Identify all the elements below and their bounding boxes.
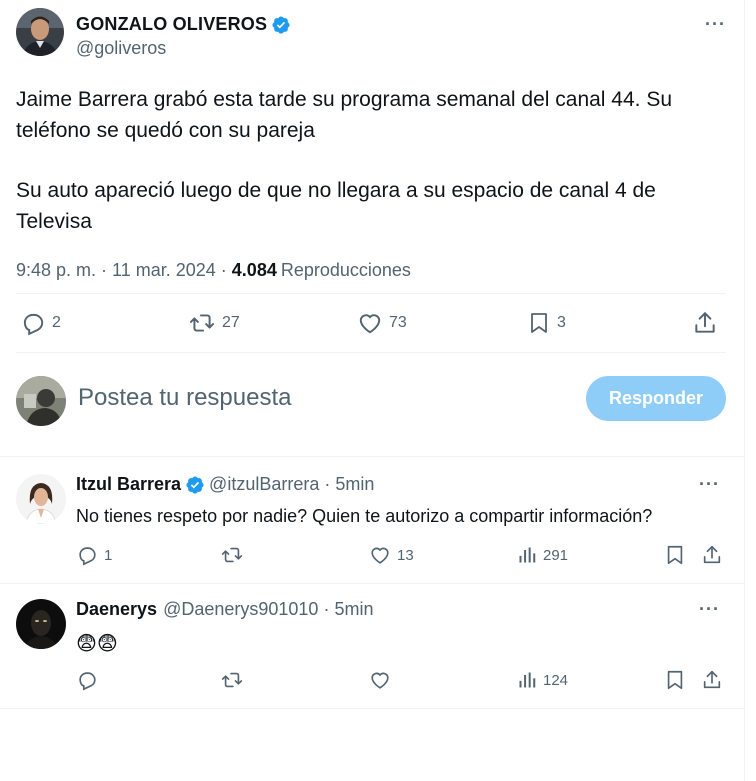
author-names: GONZALO OLIVEROS @goliveros [76,8,291,59]
like-button[interactable]: 73 [357,310,407,336]
views-count: 4.084 [231,260,277,280]
reply-icon [79,547,96,566]
like-count: 73 [389,314,407,331]
tweet-thread: GONZALO OLIVEROS @goliveros ··· Jaime Ba… [0,0,745,781]
verified-badge-icon [271,15,291,35]
respond-button[interactable]: Responder [586,376,726,421]
reply-time[interactable]: 5min [334,599,373,620]
share-button[interactable] [701,669,723,691]
retweet-icon [221,547,243,563]
bookmark-icon [531,313,547,333]
tweet-header: GONZALO OLIVEROS @goliveros ··· [16,8,726,64]
tweet-paragraph: Jaime Barrera grabó esta tarde su progra… [16,88,673,142]
reply-input[interactable]: Postea tu respuesta [78,384,291,412]
like-icon [359,314,381,334]
share-icon [703,670,721,689]
meta-separator: · [324,474,331,494]
reply-handle[interactable]: @itzulBarrera [209,474,319,495]
reply-icon [79,672,96,691]
reply-button[interactable] [76,669,104,691]
divider [16,352,726,353]
divider [0,583,745,584]
like-icon [371,672,389,689]
share-icon [703,545,721,564]
reply-handle[interactable]: @Daenerys901010 [163,599,318,620]
meta-separator: · [220,260,227,280]
reply-count: 1 [104,546,113,564]
retweet-button[interactable] [220,669,250,691]
tweet-paragraph: Su auto apareció luego de que no llegara… [16,179,656,233]
reply-header: Daenerys @Daenerys901010 · 5min [76,599,373,620]
like-count: 13 [397,546,414,564]
retweet-button[interactable] [220,544,250,566]
tweet-time[interactable]: 9:48 p. m. [16,260,96,281]
views-label: Reproducciones [280,260,411,280]
divider [0,456,745,457]
reply-text: No tienes respeto por nadie? Quien te au… [76,506,653,526]
reply-time[interactable]: 5min [335,474,374,495]
divider [16,293,726,294]
reply-icon [23,313,44,336]
meta-separator: · [323,599,330,619]
like-icon [371,547,389,564]
tweet-date[interactable]: 11 mar. 2024 [112,260,216,281]
verified-badge-icon [185,475,205,495]
bookmark-button[interactable] [664,544,686,566]
reply-display-name[interactable]: Daenerys [76,599,157,620]
bookmark-button[interactable]: 3 [527,310,566,336]
reply-count: 2 [52,314,61,331]
meta-separator: · [101,260,108,280]
share-button[interactable] [692,310,718,336]
retweet-icon [189,314,215,332]
more-icon[interactable]: ··· [699,599,720,620]
bookmark-button[interactable] [664,669,686,691]
more-icon[interactable]: ··· [699,474,720,495]
tweet-meta: 9:48 p. m. · 11 mar. 2024 · 4.084 Reprod… [16,260,726,281]
like-button[interactable]: 13 [369,544,414,566]
reply-display-name[interactable]: Itzul Barrera [76,474,181,495]
reply-header: Itzul Barrera @itzulBarrera · 5min [76,474,374,495]
reply-tweet[interactable]: Daenerys @Daenerys901010 · 5min ··· 😨😨 1… [16,599,726,699]
author-display-name[interactable]: GONZALO OLIVEROS [76,14,267,35]
reply-button[interactable]: 2 [20,310,61,336]
main-tweet: GONZALO OLIVEROS @goliveros ··· Jaime Ba… [16,8,726,281]
reply-text: 😨😨 [76,633,118,655]
views-count: 291 [543,546,569,564]
bookmark-icon [667,545,683,565]
divider [0,708,745,709]
author-avatar[interactable] [16,8,64,56]
tweet-text: Jaime Barrera grabó esta tarde su progra… [16,84,726,237]
views-count: 124 [543,671,569,689]
bookmark-count: 3 [557,314,566,331]
views-button[interactable]: 124 [517,669,568,691]
reply-actions: 124 [76,669,726,693]
author-handle[interactable]: @goliveros [76,38,291,59]
views-icon [519,547,536,563]
reply-actions: 1 13 291 [76,544,726,568]
user-avatar[interactable] [16,376,66,426]
like-button[interactable] [369,669,397,691]
more-icon[interactable]: ··· [705,14,726,35]
reply-author-avatar[interactable] [16,474,66,524]
retweet-icon [221,672,243,688]
share-icon [695,312,715,333]
retweet-button[interactable]: 27 [188,310,240,336]
views-icon [519,672,536,688]
reply-tweet[interactable]: Itzul Barrera @itzulBarrera · 5min ··· N… [16,474,726,574]
reply-author-avatar[interactable] [16,599,66,649]
reply-button[interactable]: 1 [76,544,112,566]
retweet-count: 27 [222,314,240,331]
bookmark-icon [667,670,683,690]
share-button[interactable] [701,544,723,566]
tweet-actions: 2 27 73 3 [20,310,720,338]
reply-composer: Postea tu respuesta Responder [16,376,726,426]
views-button[interactable]: 291 [517,544,568,566]
